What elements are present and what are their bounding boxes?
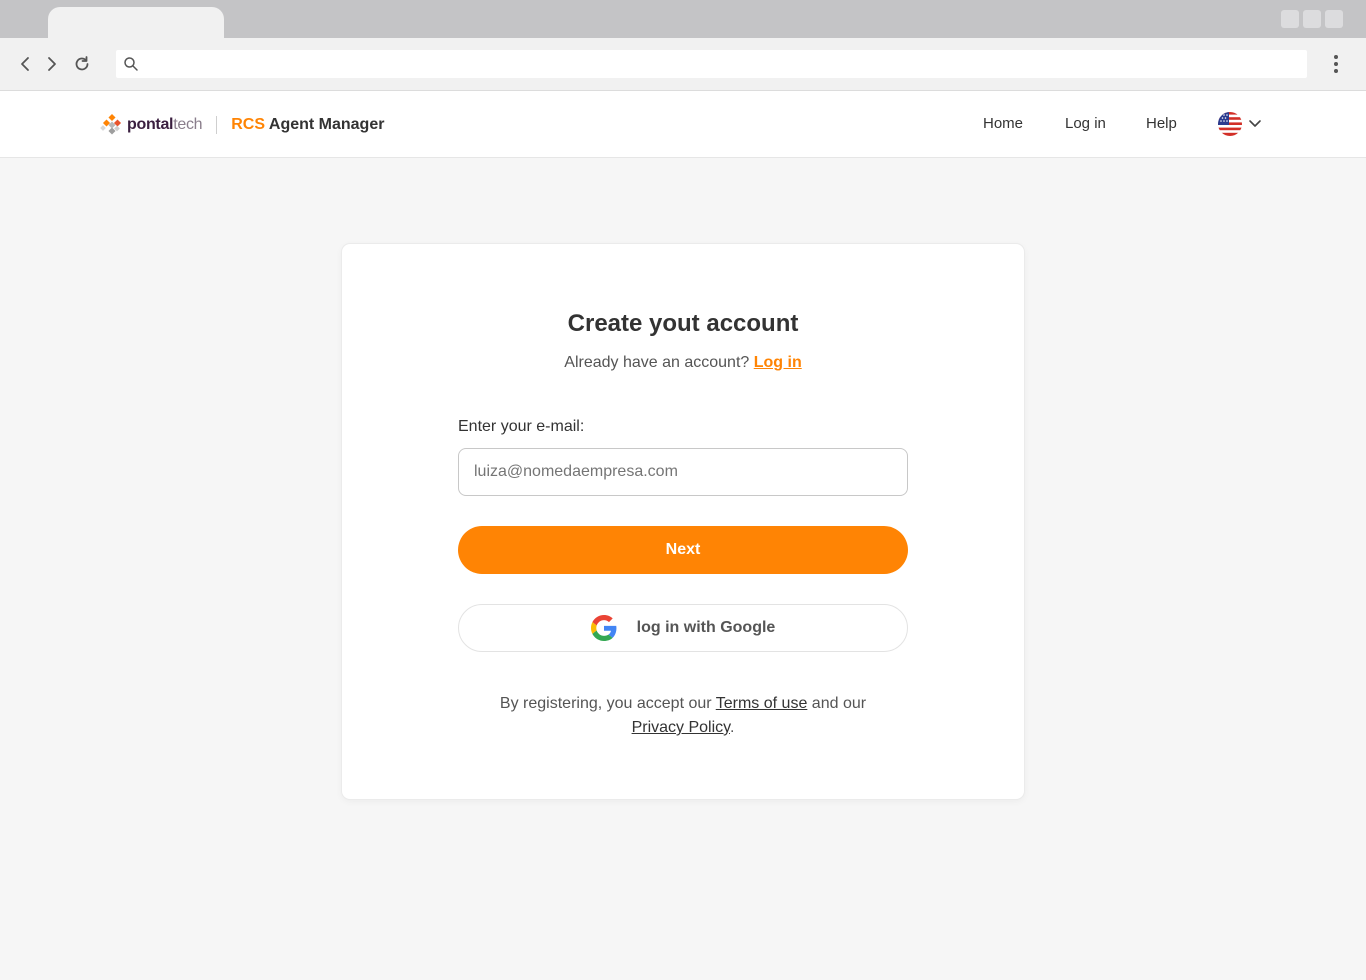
logo-wordmark: pontaltech (127, 116, 203, 133)
login-link[interactable]: Log in (754, 354, 802, 371)
google-login-label: log in with Google (636, 619, 776, 636)
nav-home-link[interactable]: Home (983, 115, 1023, 132)
nav-help-link[interactable]: Help (1146, 115, 1177, 132)
browser-toolbar (0, 38, 1366, 91)
legal-notice: By registering, you accept our Terms of … (499, 695, 867, 736)
page-title: Create yout account (567, 310, 799, 337)
pontaltech-logo-icon (100, 113, 122, 135)
us-flag-icon[interactable] (1218, 112, 1242, 136)
product-name: RCS Agent Manager (231, 116, 385, 133)
email-label: Enter your e-mail: (458, 418, 585, 435)
forward-icon[interactable] (39, 52, 63, 76)
terms-link[interactable]: Terms of use (716, 695, 808, 712)
browser-tab[interactable] (48, 7, 224, 38)
google-icon (590, 615, 617, 641)
signup-card: Create yout account Already have an acco… (342, 244, 1024, 799)
close-window-button[interactable] (1325, 10, 1343, 28)
privacy-link[interactable]: Privacy Policy (632, 719, 730, 736)
logo-divider (216, 116, 218, 134)
chevron-down-icon[interactable] (1248, 116, 1262, 130)
back-icon[interactable] (14, 52, 38, 76)
login-prompt: Already have an account? Log in (564, 354, 802, 371)
site-logo[interactable]: pontaltech RCS Agent Manager (100, 112, 384, 138)
reload-icon[interactable] (70, 52, 94, 76)
minimize-window-button[interactable] (1281, 10, 1299, 28)
browser-tabstrip (0, 0, 1366, 38)
email-field[interactable] (458, 448, 908, 496)
nav-login-link[interactable]: Log in (1065, 115, 1106, 132)
google-login-button[interactable]: log in with Google (458, 604, 908, 652)
site-header: pontaltech RCS Agent Manager Home Log in… (0, 91, 1366, 158)
next-button[interactable]: Next (458, 526, 908, 574)
search-icon (124, 57, 138, 71)
address-bar[interactable] (116, 50, 1307, 78)
maximize-window-button[interactable] (1303, 10, 1321, 28)
browser-menu-icon[interactable] (1326, 52, 1346, 76)
